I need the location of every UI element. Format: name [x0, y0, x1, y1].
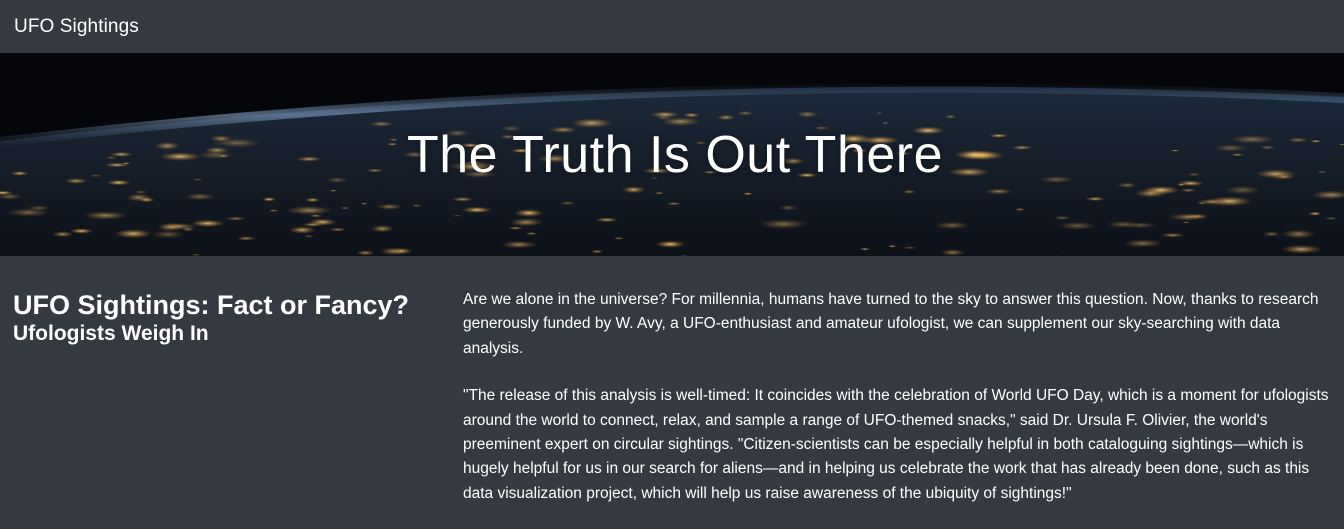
- article-body: Are we alone in the universe? For millen…: [463, 288, 1339, 529]
- article-paragraph: "The release of this analysis is well-ti…: [463, 384, 1339, 506]
- article-subheadline: Ufologists Weigh In: [13, 321, 433, 347]
- hero-title: The Truth Is Out There: [0, 53, 1344, 256]
- navbar-brand-link[interactable]: UFO Sightings: [14, 16, 139, 38]
- navbar: UFO Sightings: [0, 0, 1344, 53]
- article-headline: UFO Sightings: Fact or Fancy?: [13, 289, 433, 321]
- article-heading: UFO Sightings: Fact or Fancy? Ufologists…: [13, 289, 433, 347]
- hero-banner: The Truth Is Out There: [0, 53, 1344, 256]
- main-content: UFO Sightings: Fact or Fancy? Ufologists…: [0, 256, 1344, 516]
- article-paragraph: Are we alone in the universe? For millen…: [463, 288, 1339, 361]
